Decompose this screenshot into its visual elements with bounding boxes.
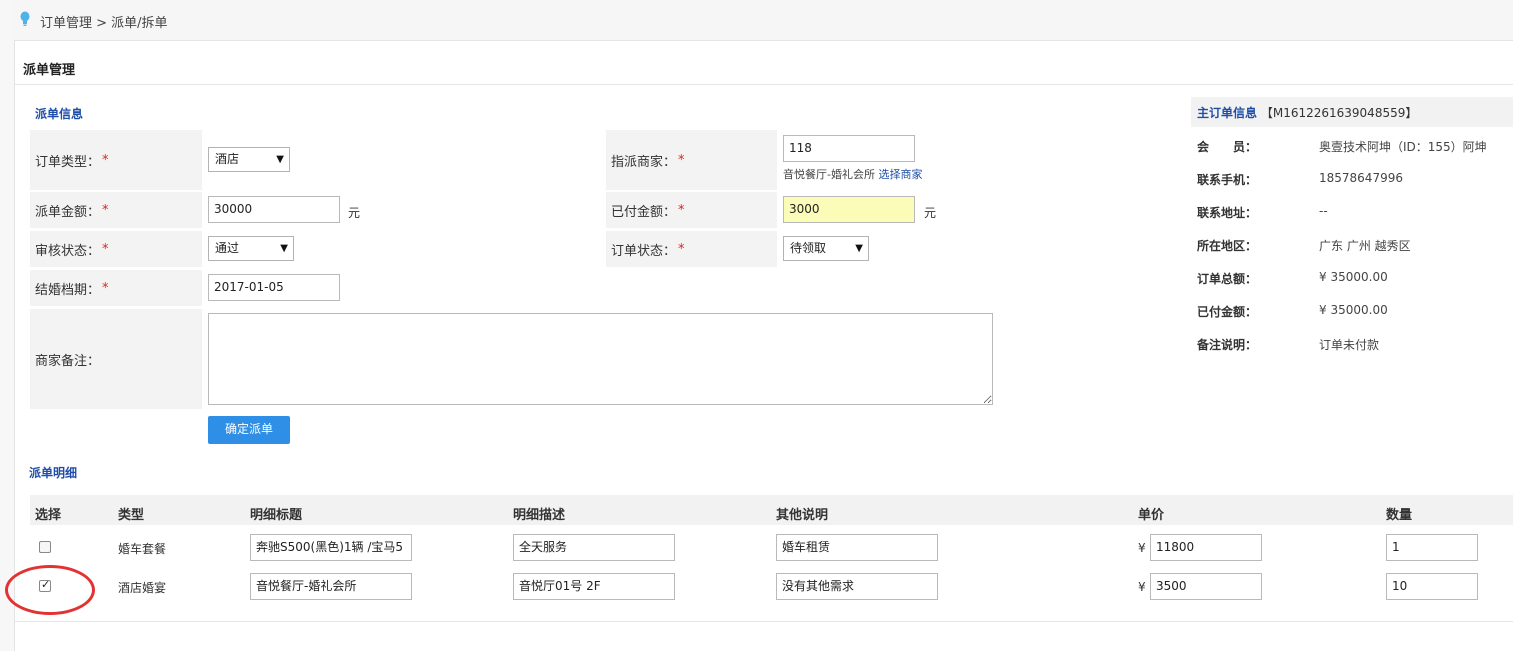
currency-symbol: ¥ xyxy=(1138,580,1146,594)
column-header-quantity: 数量 xyxy=(1386,508,1413,523)
row-description-input[interactable]: 音悦厅01号 2F xyxy=(513,573,675,600)
order-type-label: 订单类型： * xyxy=(30,130,202,190)
merchant-id-input[interactable]: 118 xyxy=(783,135,915,162)
row-price-input[interactable]: 3500 xyxy=(1150,573,1262,600)
main-order-number: 【M1612261639048559】 xyxy=(1260,106,1418,120)
merchant-note-label: 商家备注： xyxy=(30,309,202,409)
column-header-other: 其他说明 xyxy=(776,508,829,523)
column-header-select: 选择 xyxy=(35,508,62,523)
row-quantity-input[interactable]: 10 xyxy=(1386,573,1478,600)
row-type: 婚车套餐 xyxy=(118,542,167,556)
merchant-label: 指派商家： * xyxy=(606,130,777,190)
paid-amount-input[interactable]: 3000 xyxy=(783,196,915,223)
row-quantity-input[interactable]: 1 xyxy=(1386,534,1478,561)
review-status-select[interactable]: 通过 ▼ xyxy=(208,236,294,261)
chevron-down-icon: ▼ xyxy=(280,243,288,254)
row-other-input[interactable]: 婚车租赁 xyxy=(776,534,938,561)
row-checkbox[interactable] xyxy=(39,541,51,553)
order-status-select[interactable]: 待领取 ▼ xyxy=(783,236,869,261)
row-price-input[interactable]: 11800 xyxy=(1150,534,1262,561)
annotation-circle xyxy=(5,565,95,615)
left-rail xyxy=(0,0,15,651)
paid-amount-label: 已付金额： * xyxy=(606,192,777,228)
row-type: 酒店婚宴 xyxy=(118,581,167,595)
lightbulb-icon xyxy=(20,11,30,26)
wedding-date-label: 结婚档期： * xyxy=(30,270,202,306)
amount-unit: 元 xyxy=(348,206,361,220)
row-other-input[interactable]: 没有其他需求 xyxy=(776,573,938,600)
breadcrumb-bar: 订单管理 > 派单/拆单 xyxy=(14,0,1513,41)
order-type-select[interactable]: 酒店 ▼ xyxy=(208,147,290,172)
row-title-input[interactable]: 奔驰S500(黑色)1辆 /宝马5 xyxy=(250,534,412,561)
chevron-down-icon: ▼ xyxy=(276,154,284,165)
merchant-note-textarea[interactable] xyxy=(208,313,993,405)
review-status-label: 审核状态： * xyxy=(30,231,202,267)
page-title: 派单管理 xyxy=(23,63,76,78)
divider xyxy=(14,84,1513,85)
amount-label: 派单金额： * xyxy=(30,192,202,228)
column-header-title: 明细标题 xyxy=(250,508,303,523)
wedding-date-input[interactable]: 2017-01-05 xyxy=(208,274,340,301)
confirm-dispatch-button[interactable]: 确定派单 xyxy=(208,416,290,444)
breadcrumb: 订单管理 > 派单/拆单 xyxy=(40,16,168,31)
chevron-down-icon: ▼ xyxy=(855,243,863,254)
section-title-dispatch-info: 派单信息 xyxy=(35,107,84,121)
order-status-label: 订单状态： * xyxy=(606,231,777,267)
merchant-name: 音悦餐厅-婚礼会所 xyxy=(783,168,875,181)
row-title-input[interactable]: 音悦餐厅-婚礼会所 xyxy=(250,573,412,600)
section-title-details: 派单明细 xyxy=(29,466,78,480)
select-merchant-link[interactable]: 选择商家 xyxy=(878,168,922,181)
row-description-input[interactable]: 全天服务 xyxy=(513,534,675,561)
column-header-type: 类型 xyxy=(118,508,145,523)
currency-symbol: ¥ xyxy=(1138,541,1146,555)
column-header-description: 明细描述 xyxy=(513,508,566,523)
amount-input[interactable]: 30000 xyxy=(208,196,340,223)
paid-amount-unit: 元 xyxy=(924,206,937,220)
main-order-title: 主订单信息 【M1612261639048559】 xyxy=(1197,106,1418,120)
merchant-info: 音悦餐厅-婚礼会所 选择商家 xyxy=(783,166,922,182)
column-header-price: 单价 xyxy=(1138,508,1165,523)
dispatch-page: 派单管理 派单信息 订单类型： * 酒店 ▼ 指派商家： * 118 音悦餐厅-婚礼会… xyxy=(5,40,1513,622)
